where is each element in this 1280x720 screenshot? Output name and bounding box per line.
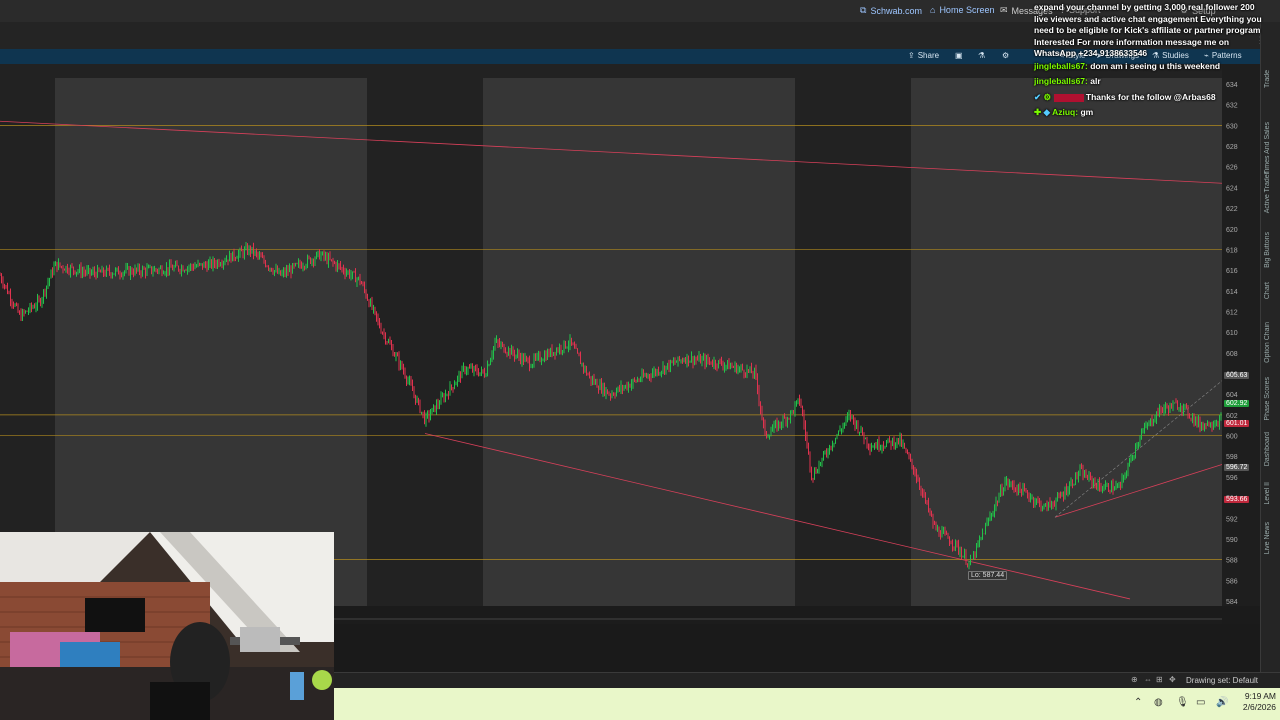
schwab-link-label: Schwab.com <box>870 5 922 16</box>
side-tab[interactable]: Level II <box>1264 482 1271 505</box>
price-axis-tick: 598 <box>1226 454 1238 461</box>
monitor-icon[interactable]: ▭ <box>1196 697 1205 708</box>
price-axis-tick: 616 <box>1226 268 1238 275</box>
network-icon[interactable]: ◍ <box>1154 697 1163 708</box>
pinned-message: expand your channel by getting 3,000 rea… <box>1034 2 1262 58</box>
session-shading <box>911 78 1222 606</box>
price-axis-tick: 614 <box>1226 289 1238 296</box>
side-tab[interactable]: Big Buttons <box>1264 232 1271 268</box>
price-axis-tick: 630 <box>1226 123 1238 130</box>
drawing-set-label[interactable]: Drawing set: Default <box>1186 676 1258 685</box>
side-tab[interactable]: Times And Sales <box>1264 122 1271 174</box>
price-axis-tick: 626 <box>1226 165 1238 172</box>
price-tag: 593.66 <box>1224 496 1250 504</box>
crosshair-icon[interactable]: ⊞ <box>1156 675 1163 684</box>
price-axis-tick: 608 <box>1226 351 1238 358</box>
chart-status-bar: ⊕ ⇔ ⊞ ✥ Drawing set: Default <box>334 672 1280 689</box>
chevron-up-icon[interactable]: ⌃ <box>1134 697 1142 708</box>
price-axis-tick: 596 <box>1226 475 1238 482</box>
clock[interactable]: 9:19 AM 2/6/2026 <box>1232 691 1276 713</box>
price-axis-tick: 586 <box>1226 578 1238 585</box>
flask-icon[interactable]: ⚗ <box>978 51 985 60</box>
chat-username: jingleballs67: <box>1034 61 1088 71</box>
low-price-label: Lo: 587.44 <box>968 571 1008 580</box>
clock-time: 9:19 AM <box>1244 691 1276 701</box>
webcam-feed <box>0 532 334 720</box>
price-axis-tick: 600 <box>1226 434 1238 441</box>
side-tab[interactable]: Phase Scores <box>1264 377 1271 421</box>
stream-chat-overlay: expand your channel by getting 3,000 rea… <box>1032 0 1274 124</box>
badge-icon: ✔ <box>1034 92 1042 102</box>
chat-text: dom am i seeing u this weekend <box>1090 61 1221 71</box>
price-axis-tick: 618 <box>1226 247 1238 254</box>
schwab-link[interactable]: ⧉ Schwab.com <box>860 5 922 16</box>
side-tab[interactable]: Active Trader <box>1264 172 1271 213</box>
session-shading <box>483 78 795 606</box>
chat-text: alr <box>1090 76 1101 86</box>
share-label: Share <box>917 51 940 60</box>
price-tag: 601.01 <box>1224 420 1250 428</box>
side-tab[interactable]: Chart <box>1264 282 1271 299</box>
webcam-image <box>0 532 334 720</box>
os-taskbar: ⌃ ◍ 🎙 ▭ 🔊 9:19 AM 2/6/2026 <box>334 688 1280 720</box>
chat-text: Thanks for the follow @Arbas68 <box>1085 92 1216 102</box>
speaker-icon[interactable]: 🔊 <box>1216 697 1228 708</box>
price-axis-tick: 590 <box>1226 537 1238 544</box>
price-axis-tick: 604 <box>1226 392 1238 399</box>
chat-username: jingleballs67: <box>1034 76 1088 86</box>
price-axis-tick: 620 <box>1226 227 1238 234</box>
chat-username: Aziuq: <box>1052 107 1079 117</box>
mic-icon[interactable]: 🎙 <box>1176 697 1189 708</box>
price-axis-tick: 612 <box>1226 309 1238 316</box>
side-tab[interactable]: Option Chain <box>1264 322 1271 363</box>
side-tab[interactable]: Dashboard <box>1264 432 1271 466</box>
chat-message: jingleballs67: dom am i seeing u this we… <box>1034 61 1220 73</box>
snapshot-icon[interactable]: ▣ <box>955 51 963 60</box>
chat-message: ✚ ◆ Aziuq: gm <box>1034 107 1093 119</box>
home-screen-link[interactable]: ⌂ Home Screen <box>930 5 994 15</box>
price-axis-tick: 622 <box>1226 206 1238 213</box>
badge-icon: ✚ <box>1034 107 1042 117</box>
chat-message: ✔ ⚙ Thanks for the follow @Arbas68 <box>1034 92 1216 104</box>
home-screen-label: Home Screen <box>939 5 995 15</box>
price-axis-tick: 584 <box>1226 599 1238 606</box>
clock-date: 2/6/2026 <box>1242 702 1276 712</box>
price-tag: 602.92 <box>1224 400 1250 408</box>
price-axis-tick: 588 <box>1226 558 1238 565</box>
home-icon: ⌂ <box>930 5 936 15</box>
session-shading <box>55 78 367 606</box>
side-tab[interactable]: Live News <box>1264 522 1271 554</box>
price-axis-tick: 610 <box>1226 330 1238 337</box>
cursor-icon[interactable]: ✥ <box>1169 675 1176 684</box>
share-button[interactable]: ⇪ Share <box>908 51 939 60</box>
price-axis-tick: 624 <box>1226 185 1238 192</box>
price-tag: 605.63 <box>1224 372 1250 380</box>
badge-icon: ◆ <box>1043 107 1051 117</box>
pan-icon[interactable]: ⇔ <box>1144 675 1152 684</box>
price-axis-tick: 602 <box>1226 413 1238 420</box>
settings-icon[interactable]: ⚙ <box>1002 51 1009 60</box>
redacted-username <box>1053 93 1084 102</box>
zoom-icon[interactable]: ⊕ <box>1131 675 1138 684</box>
price-tag: 596.72 <box>1224 464 1250 472</box>
price-axis-tick: 628 <box>1226 144 1238 151</box>
price-axis-tick: 592 <box>1226 516 1238 523</box>
chat-text: gm <box>1080 107 1094 117</box>
external-link-icon: ⧉ <box>860 5 867 15</box>
chat-message: jingleballs67: alr <box>1034 76 1101 88</box>
volume-pane <box>334 619 1222 624</box>
badge-icon: ⚙ <box>1043 92 1052 102</box>
share-icon: ⇪ <box>908 51 915 60</box>
mail-icon: ✉ <box>1000 5 1008 15</box>
